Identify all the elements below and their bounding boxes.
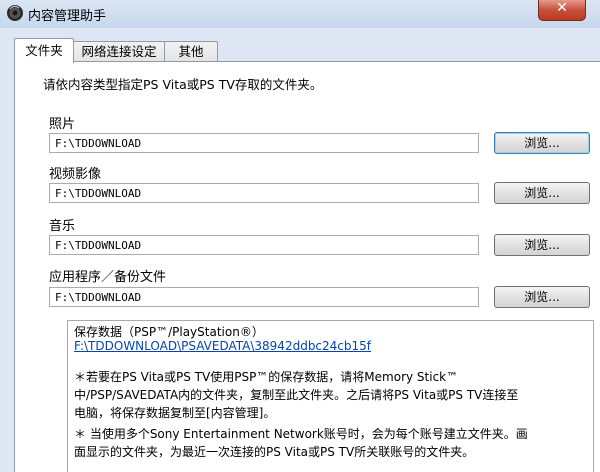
photos-label: 照片 [49,117,76,132]
photos-browse-button[interactable]: 浏览... [494,132,590,154]
video-label: 视频影像 [49,167,102,182]
savedata-folder-link[interactable]: F:\TDDOWNLOAD\PSAVEDATA\38942ddbc24cb15f [74,339,371,353]
savedata-note-line: ＊若要在PS Vita或PS TV使用PSP™的保存数据，请将Memory St… [74,370,459,384]
window-title: 内容管理助手 [28,9,107,24]
savedata-note-line: 面显示的文件夹，为最近一次连接的PS Vita或PS TV所关联账号的文件夹。 [74,445,475,459]
tab-network-settings[interactable]: 网络连接设定 [72,41,166,62]
video-path-input[interactable] [49,183,479,203]
photos-path-input[interactable] [49,133,479,153]
savedata-info-box: 保存数据（PSP™/PlayStation®） F:\TDDOWNLOAD\PS… [67,320,594,472]
close-icon: ✕ [556,0,568,16]
music-label: 音乐 [49,219,76,234]
tab-network-settings-label: 网络连接设定 [81,44,157,59]
apps-backup-path-input[interactable] [49,287,479,307]
music-browse-button[interactable]: 浏览... [494,234,590,256]
app-icon [7,5,23,21]
music-path-input[interactable] [49,235,479,255]
tab-folder[interactable]: 文件夹 [14,38,74,63]
title-bar[interactable]: 内容管理助手 ✕ [0,0,600,28]
tab-other-label: 其他 [178,44,204,59]
savedata-heading: 保存数据（PSP™/PlayStation®） [74,325,264,339]
instruction-text: 请依内容类型指定PS Vita或PS TV存取的文件夹。 [43,77,323,92]
close-button[interactable]: ✕ [538,0,586,21]
savedata-note-line: ＊ 当使用多个Sony Entertainment Network账号时，会为每… [74,427,528,441]
tab-other[interactable]: 其他 [164,41,218,62]
apps-backup-label: 应用程序／备份文件 [49,270,167,285]
apps-backup-browse-button[interactable]: 浏览... [494,286,590,308]
tab-folder-label: 文件夹 [25,43,63,58]
video-browse-button[interactable]: 浏览... [494,182,590,204]
content-manager-window: 内容管理助手 ✕ 文件夹 网络连接设定 其他 请依内容类型指定PS Vita或P… [0,0,600,472]
savedata-note-line: 中/PSP/SAVEDATA内的文件夹，复制至此文件夹。之后请将PS Vita或… [74,388,519,402]
folder-settings-panel: 请依内容类型指定PS Vita或PS TV存取的文件夹。 照片 浏览... 视频… [14,61,600,472]
savedata-note-line: 电脑，将保存数据复制至[内容管理]。 [74,406,276,420]
